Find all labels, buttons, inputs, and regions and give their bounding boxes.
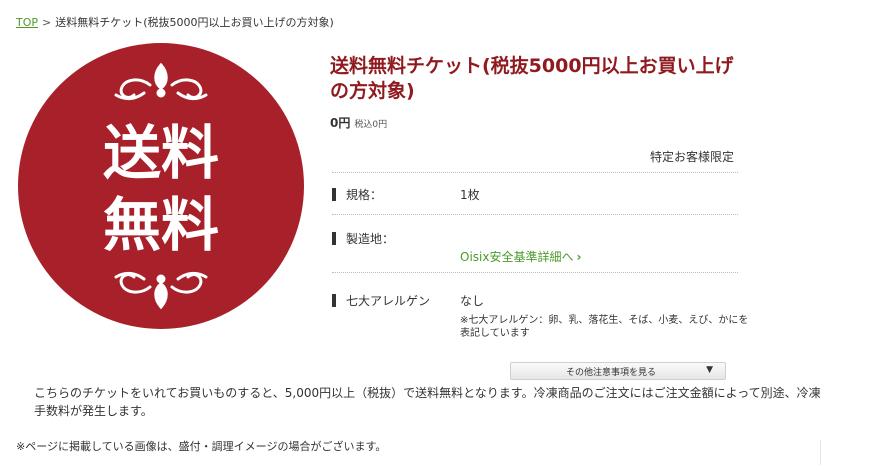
safety-standard-link-text: Oisix安全基準詳細へ <box>460 250 574 264</box>
badge-text-line2: 無料 <box>103 191 219 259</box>
spec-standard-value: 1枚 <box>460 188 480 202</box>
breadcrumb-current: 送料無料チケット(税抜5000円以上お買い上げの方対象) <box>55 16 334 29</box>
chevron-right-icon: › <box>576 250 582 264</box>
price-value: 0円 <box>330 116 351 130</box>
spec-divider <box>332 214 738 215</box>
badge-text-line1: 送料 <box>103 119 219 187</box>
safety-standard-link[interactable]: Oisix安全基準詳細へ › <box>460 248 581 265</box>
product-title: 送料無料チケット(税抜5000円以上お買い上げの方対象) <box>330 55 734 102</box>
spec-divider <box>332 272 738 273</box>
spec-standard-label: 規格： <box>332 186 382 203</box>
breadcrumb: TOP > 送料無料チケット(税抜5000円以上お買い上げの方対象) <box>16 14 334 30</box>
spec-allergen-label-text: 七大アレルゲン <box>346 294 431 308</box>
divider-line <box>820 440 821 465</box>
spec-origin-label: 製造地： <box>332 230 394 247</box>
spec-allergen-value: なし <box>460 294 485 308</box>
breadcrumb-top-link[interactable]: TOP <box>16 16 38 29</box>
breadcrumb-separator: > <box>42 16 52 29</box>
more-notes-button[interactable]: その他注意事項を見る ▼ <box>510 362 726 380</box>
spec-origin-label-text: 製造地： <box>346 232 395 246</box>
label-bar <box>332 188 336 201</box>
label-bar <box>332 232 336 245</box>
triangle-down-icon: ▼ <box>706 365 713 375</box>
spec-allergen-note: ※七大アレルゲン：卵、乳、落花生、そば、小麦、えび、かにを表記しています <box>460 315 749 339</box>
limited-customer-note: 特定お客様限定 <box>650 150 735 164</box>
label-bar <box>332 294 336 307</box>
product-description: こちらのチケットをいれてお買いものすると、5,000円以上（税抜）で送料無料とな… <box>34 386 821 418</box>
spec-allergen-label: 七大アレルゲン <box>332 292 430 309</box>
price-tax-included: 税込0円 <box>354 120 388 130</box>
product-image: 送料 無料 <box>18 43 304 329</box>
spec-divider <box>332 172 738 173</box>
image-footnote: ※ページに掲載している画像は、盛付・調理イメージの場合がございます。 <box>16 440 387 453</box>
spec-standard-label-text: 規格： <box>346 188 383 202</box>
price: 0円 税込0円 <box>330 114 387 131</box>
more-notes-button-label: その他注意事項を見る <box>566 368 657 378</box>
